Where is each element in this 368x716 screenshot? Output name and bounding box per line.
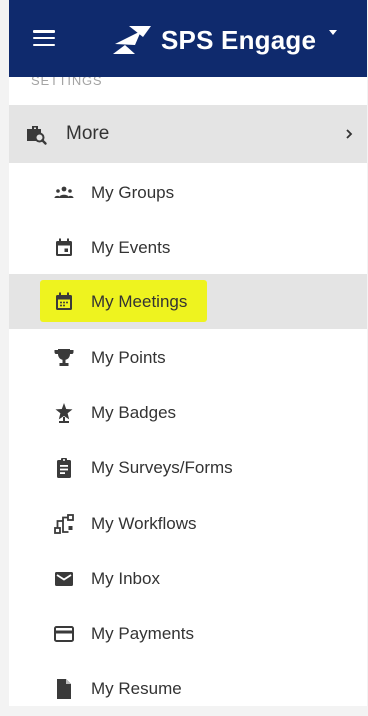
sidebar-item-label: My Workflows <box>91 514 197 533</box>
sidebar-item-my-groups[interactable]: My Groups <box>9 165 367 220</box>
sidebar-item-label: My Meetings <box>91 292 188 311</box>
sidebar-item-label: My Events <box>91 238 171 257</box>
sidebar-item-label: My Points <box>91 348 166 367</box>
more-submenu: My Groups My Events My Meetings My Point… <box>9 163 367 706</box>
sidebar-item-my-points[interactable]: My Points <box>9 330 367 385</box>
credit-card-icon <box>54 626 74 642</box>
sidebar-item-my-meetings[interactable]: My Meetings <box>9 274 367 329</box>
sidebar-item-label: My Resume <box>91 679 182 698</box>
workflow-icon <box>54 514 74 534</box>
mail-icon <box>55 572 73 586</box>
sidebar-item-label: My Inbox <box>91 569 160 588</box>
document-icon <box>57 679 71 699</box>
sidebar-item-my-payments[interactable]: My Payments <box>9 606 367 661</box>
calendar-icon <box>56 238 72 256</box>
sps-engage-logo-icon <box>113 26 151 54</box>
chevron-right-icon <box>346 129 353 139</box>
hamburger-menu-icon[interactable] <box>33 30 55 47</box>
sidebar-item-label: My Surveys/Forms <box>91 458 233 477</box>
briefcase-search-icon <box>27 126 47 145</box>
chevron-down-icon[interactable] <box>329 30 337 35</box>
badge-star-icon <box>55 403 73 423</box>
clipboard-icon <box>57 458 71 478</box>
top-navbar: SPS Engage <box>9 0 367 77</box>
sidebar-item-label: My Badges <box>91 403 177 422</box>
sidebar-item-my-surveys-forms[interactable]: My Surveys/Forms <box>9 440 367 495</box>
sidebar-item-my-badges[interactable]: My Badges <box>9 385 367 440</box>
calendar-meetings-icon <box>56 292 72 310</box>
settings-section: SETTINGS <box>9 77 367 105</box>
sidebar-item-more-label: More <box>66 123 110 144</box>
sidebar-item-my-resume[interactable]: My Resume <box>9 661 367 716</box>
brand-switcher[interactable]: SPS Engage <box>111 20 316 60</box>
sidebar-item-label: My Payments <box>91 624 194 643</box>
trophy-icon <box>54 349 74 366</box>
sidebar-item-my-events[interactable]: My Events <box>9 220 367 275</box>
sidebar-item-my-workflows[interactable]: My Workflows <box>9 496 367 551</box>
settings-section-label: SETTINGS <box>31 77 103 88</box>
groups-icon <box>54 186 74 198</box>
sidebar-item-more[interactable]: More <box>9 105 367 163</box>
sidebar-item-label: My Groups <box>91 183 175 202</box>
brand-name: SPS Engage <box>161 24 317 55</box>
sidebar-item-my-inbox[interactable]: My Inbox <box>9 551 367 606</box>
